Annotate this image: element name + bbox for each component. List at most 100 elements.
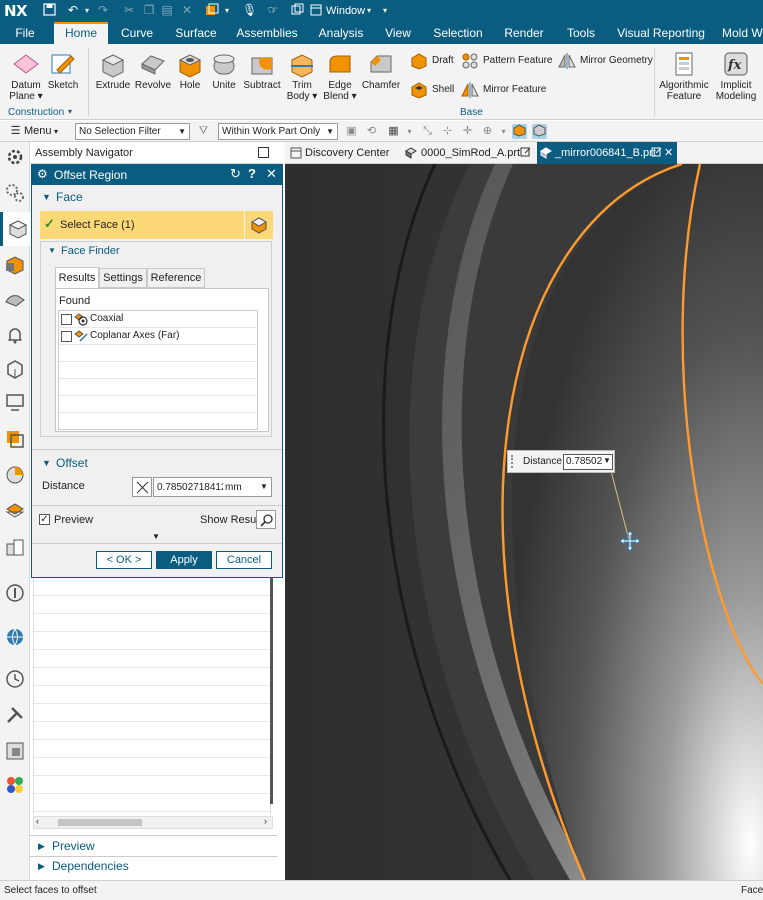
constraint-navigator-icon[interactable] [4, 254, 26, 276]
apply-button[interactable]: Apply [156, 551, 212, 569]
implicit-modeling-button[interactable]: fx Implicit Modeling [712, 50, 760, 102]
copy-icon[interactable]: ❐ [142, 3, 156, 18]
sketch-button[interactable]: Sketch [46, 50, 80, 91]
reset-icon[interactable]: ↻ [230, 166, 241, 182]
extrude-button[interactable]: Extrude [94, 50, 132, 91]
selection-mode-dropdown-icon[interactable]: ▾ [402, 124, 417, 139]
trim-body-button[interactable]: Trim Body ▾ [286, 50, 318, 102]
dependencies-panel-header[interactable]: ▶ Dependencies [30, 856, 277, 876]
gears-icon[interactable] [4, 182, 26, 204]
offset-section-header[interactable]: ▼ Offset [32, 453, 282, 473]
graphics-viewport[interactable]: Distance 0.78502 ▼ [285, 164, 763, 880]
shell-button[interactable]: Shell [410, 79, 454, 101]
show-result-button[interactable] [256, 510, 276, 529]
edge-blend-button[interactable]: Edge Blend ▾ [322, 50, 358, 102]
clock-history-icon[interactable] [4, 668, 26, 690]
chamfer-button[interactable]: Chamfer [360, 50, 402, 91]
reuse-library-icon[interactable] [4, 358, 26, 380]
checkbox[interactable] [61, 314, 72, 325]
scroll-right-icon[interactable]: › [264, 816, 267, 826]
chevron-down-icon[interactable]: ▼ [603, 456, 611, 465]
tab-settings[interactable]: Settings [99, 268, 147, 288]
selection-filter-combo[interactable]: No Selection Filter ▼ [75, 123, 190, 140]
palette-icon[interactable] [4, 774, 26, 796]
snap-options-icon[interactable]: ⊕ [480, 124, 495, 139]
tab-analysis[interactable]: Analysis [314, 22, 368, 44]
drafting-icon[interactable] [4, 740, 26, 762]
navigator-splitter[interactable] [270, 578, 273, 804]
preview-checkbox[interactable]: ✓ [39, 514, 50, 525]
selection-mode-icon[interactable]: ▦ [386, 124, 401, 139]
pattern-feature-button[interactable]: Pattern Feature [461, 50, 552, 72]
tab-file[interactable]: File [6, 22, 44, 44]
tab-assemblies[interactable]: Assemblies [234, 22, 300, 44]
face-section-header[interactable]: ▼ Face [32, 187, 282, 207]
select-body-mode-icon[interactable] [532, 124, 547, 139]
select-all-icon[interactable]: ▣ [344, 124, 359, 139]
tab-reference[interactable]: Reference [147, 268, 205, 288]
popout-icon[interactable] [651, 147, 662, 158]
settings-gear-icon[interactable] [4, 146, 26, 168]
select-face-row[interactable]: ✓ Select Face (1) [40, 211, 244, 239]
snap-point-icon[interactable]: ✛ [460, 124, 475, 139]
menu-dropdown-icon[interactable]: ▾ [54, 124, 58, 139]
revolve-button[interactable]: Revolve [134, 50, 172, 91]
tab-tools[interactable]: Tools [562, 22, 600, 44]
unite-button[interactable]: Unite [208, 50, 240, 91]
draft-button[interactable]: Draft [410, 50, 454, 72]
part-navigator-icon[interactable] [4, 288, 26, 310]
undo-dropdown-icon[interactable]: ▾ [80, 3, 94, 18]
drag-handle-icon[interactable] [511, 455, 515, 468]
onscreen-distance-value[interactable]: 0.78502 [566, 456, 602, 467]
distance-unit[interactable]: mm [225, 482, 242, 493]
snap-dropdown-icon[interactable]: ▾ [496, 124, 511, 139]
move-handle-icon[interactable] [619, 530, 641, 552]
tab-view[interactable]: View [380, 22, 416, 44]
preview-panel-header[interactable]: ▶ Preview [30, 836, 277, 856]
snap-midpoint-icon[interactable]: ⊹ [440, 124, 455, 139]
popout-icon[interactable] [520, 147, 531, 158]
delete-icon[interactable]: ✕ [180, 3, 194, 18]
customize-dropdown-icon[interactable]: ▾ [378, 3, 392, 18]
tab-curve[interactable]: Curve [116, 22, 158, 44]
roles-icon[interactable] [4, 536, 26, 558]
scroll-left-icon[interactable]: ‹ [36, 816, 39, 826]
system-scenes-icon[interactable] [4, 582, 26, 604]
window-menu-dropdown-icon[interactable]: ▾ [367, 2, 371, 20]
ok-button[interactable]: < OK > [96, 551, 152, 569]
repeat-command-icon[interactable] [205, 3, 219, 18]
tab-simrod-part[interactable]: 0000_SimRod_A.prt [403, 142, 535, 164]
undo-icon[interactable]: ↶ [66, 3, 80, 18]
paste-icon[interactable]: ▤ [160, 3, 174, 18]
manufacturing-wizards-icon[interactable] [4, 500, 26, 522]
redo-icon[interactable]: ↷ [96, 3, 110, 18]
checkbox[interactable] [61, 331, 72, 342]
construction-group-dropdown-icon[interactable]: ▾ [68, 107, 72, 116]
dialog-gear-icon[interactable]: ⚙ [37, 167, 48, 181]
maximize-icon[interactable] [258, 147, 269, 158]
tab-selection[interactable]: Selection [430, 22, 486, 44]
scrollbar-thumb[interactable] [58, 819, 142, 826]
hole-button[interactable]: Hole [174, 50, 206, 91]
tab-visual-reporting[interactable]: Visual Reporting [614, 22, 708, 44]
distance-measure-button[interactable] [132, 477, 152, 497]
distance-field[interactable]: 0.78502718412 mm ▼ [153, 477, 272, 497]
tab-mold-wizard[interactable]: Mold W [722, 22, 763, 44]
close-icon[interactable]: ✕ [266, 166, 277, 182]
window-menu[interactable]: Window [326, 2, 365, 20]
tab-home[interactable]: Home [54, 22, 108, 44]
touch-mode-icon[interactable]: ☞ [266, 3, 280, 18]
menu-icon[interactable]: ☰ [8, 124, 23, 139]
process-studio-icon[interactable] [4, 464, 26, 486]
microphone-icon[interactable]: 🎙 [242, 3, 257, 18]
save-icon[interactable] [42, 3, 56, 18]
tab-results[interactable]: Results [55, 267, 99, 288]
mirror-feature-button[interactable]: Mirror Feature [461, 79, 546, 101]
tab-render[interactable]: Render [500, 22, 548, 44]
select-face-mode-icon[interactable] [512, 124, 527, 139]
horizontal-scrollbar[interactable]: ‹ › [33, 816, 273, 829]
cut-icon[interactable]: ✂ [122, 3, 136, 18]
algorithmic-feature-button[interactable]: Algorithmic Feature [656, 50, 712, 102]
filter-icon[interactable]: ⛛ [196, 124, 211, 139]
more-options-chevron-icon[interactable]: ▼ [152, 532, 160, 541]
